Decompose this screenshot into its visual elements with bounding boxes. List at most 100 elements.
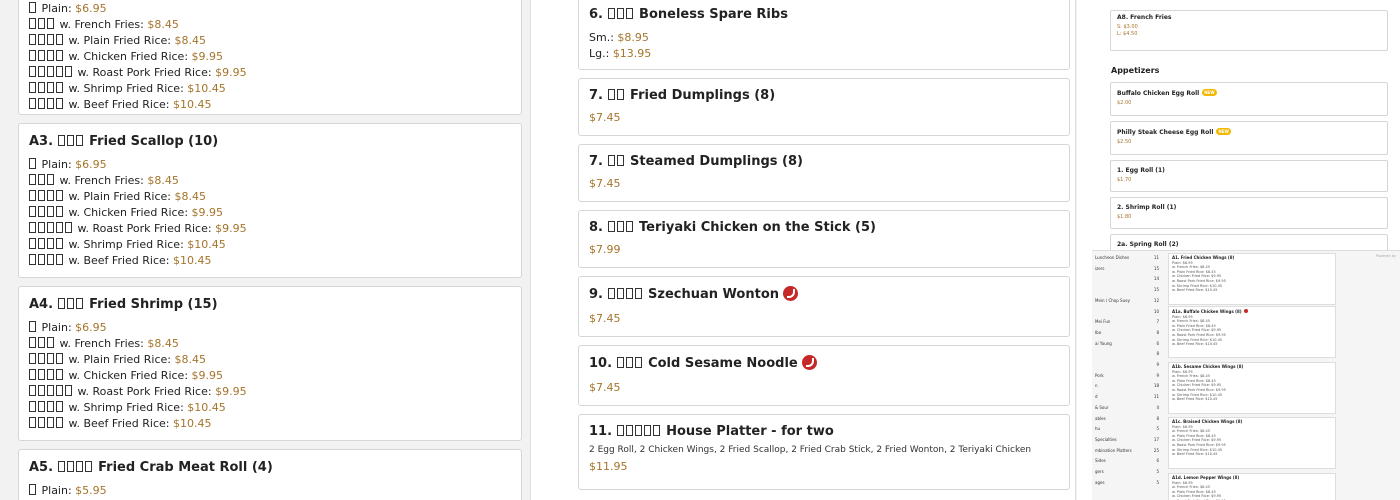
- price-value: $10.45: [187, 238, 226, 251]
- menu-item-card[interactable]: 7. Fried Dumplings (8) $7.45: [578, 78, 1070, 136]
- price-label: Plain:: [41, 484, 76, 497]
- category-row[interactable]: Sides 6: [1092, 458, 1162, 463]
- preview-item-card[interactable]: Philly Steak Cheese Egg Roll NEW $2.50: [1110, 121, 1388, 155]
- category-count: 4: [1156, 404, 1159, 410]
- preview-item-card[interactable]: 1. Egg Roll (1) $1.70: [1110, 160, 1388, 192]
- missing-glyph-box: [607, 288, 615, 299]
- category-name: & Sour: [1095, 404, 1109, 410]
- menu-item-card[interactable]: 7. Steamed Dumplings (8) $7.45: [578, 144, 1070, 202]
- category-row[interactable]: & Sour 4: [1092, 405, 1162, 410]
- category-count: 14: [1153, 276, 1159, 282]
- preview-card-a8[interactable]: A8. French Fries S: $3.00 L: $4.50: [1110, 10, 1388, 51]
- item-number: A3.: [29, 134, 58, 149]
- menu-item-card[interactable]: 9. Szechuan Wonton $7.45: [578, 276, 1070, 337]
- missing-glyph-box: [29, 50, 36, 61]
- category-name: mbination Platters: [1095, 447, 1132, 453]
- missing-glyph-box: [75, 461, 83, 472]
- category-row[interactable]: ages 5: [1092, 480, 1162, 485]
- category-row[interactable]: izers 15: [1092, 266, 1162, 271]
- category-count: 10: [1153, 308, 1159, 314]
- category-row[interactable]: 15: [1092, 287, 1162, 292]
- missing-glyph-box: [56, 206, 63, 217]
- category-row[interactable]: 9: [1092, 362, 1162, 367]
- missing-glyph-box: [625, 221, 633, 232]
- category-count: 15: [1153, 287, 1159, 293]
- category-row[interactable]: gers 5: [1092, 469, 1162, 474]
- item-number: 7.: [589, 154, 608, 169]
- category-row[interactable]: 14: [1092, 276, 1162, 281]
- price-line: w. Roast Pork Fried Rice: $9.95: [29, 65, 511, 81]
- spicy-icon: [801, 355, 817, 370]
- category-row[interactable]: Specialties 17: [1092, 437, 1162, 442]
- category-row[interactable]: Mein / Chop Suey 12: [1092, 298, 1162, 303]
- category-row[interactable]: d 11: [1092, 394, 1162, 399]
- menu-item-card-a4[interactable]: A4. Fried Shrimp (15) Plain: $6.95 w. Fr…: [18, 286, 522, 441]
- missing-glyph-box: [57, 461, 65, 472]
- category-row[interactable]: 8: [1092, 351, 1162, 356]
- missing-glyph-box: [56, 98, 63, 109]
- missing-glyph-box: [38, 34, 45, 45]
- price-line: w. Chicken Fried Rice: $9.95: [29, 205, 511, 221]
- menu-item-card[interactable]: 11. House Platter - for two 2 Egg Roll, 2…: [578, 414, 1070, 490]
- missing-glyph-box: [47, 385, 54, 396]
- missing-glyph-box: [38, 369, 45, 380]
- preview-card-title: A8. French Fries: [1117, 14, 1172, 21]
- preview-item-card[interactable]: 2. Shrimp Roll (1) $1.80: [1110, 197, 1388, 229]
- menu-item-card[interactable]: 8. Teriyaki Chicken on the Stick (5) $7.9…: [578, 210, 1070, 268]
- price-line: $7.45: [589, 380, 1059, 396]
- item-number: 6.: [589, 7, 608, 22]
- mini-menu-card[interactable]: A1b. Sesame Chicken Wings (8) Plain: $6.9…: [1168, 362, 1336, 414]
- mini-menu-card[interactable]: A1c. Braised Chicken Wings (8) Plain: $6.…: [1168, 417, 1336, 469]
- menu-item-card-a5[interactable]: A5. Fried Crab Meat Roll (4) Plain: $5.9…: [18, 449, 522, 500]
- category-row[interactable]: Pork 9: [1092, 373, 1162, 378]
- category-count: 7: [1156, 319, 1159, 325]
- menu-item-card[interactable]: 6. Boneless Spare Ribs Sm.: $8.95 Lg.: $13…: [578, 0, 1070, 70]
- category-row[interactable]: 10: [1092, 309, 1162, 314]
- price-label: w. Shrimp Fried Rice:: [68, 401, 188, 414]
- price-label: w. Beef Fried Rice:: [68, 98, 173, 111]
- missing-glyph-box: [29, 369, 36, 380]
- preview-item-card[interactable]: Buffalo Chicken Egg Roll NEW $2.00: [1110, 82, 1388, 116]
- price-label: Lg.:: [589, 47, 613, 60]
- menu-item-card[interactable]: 10. Cold Sesame Noodle $7.45: [578, 345, 1070, 406]
- price-label: w. Chicken Fried Rice:: [68, 369, 192, 382]
- mini-card-title: A1a. Buffalo Chicken Wings (8): [1172, 309, 1248, 314]
- missing-glyph-box: [57, 135, 65, 146]
- missing-glyph-box: [47, 337, 54, 348]
- menu-item-card-partial[interactable]: Plain: $6.95 w. French Fries: $8.45 w. P…: [18, 0, 522, 115]
- category-row[interactable]: ai Young 6: [1092, 341, 1162, 346]
- category-row[interactable]: Ibo 8: [1092, 330, 1162, 335]
- missing-glyph-box: [634, 288, 642, 299]
- price-value: $10.45: [173, 254, 212, 267]
- missing-glyph-box: [84, 461, 92, 472]
- missing-glyph-box: [29, 2, 36, 13]
- middle-menu-column: 6. Boneless Spare Ribs Sm.: $8.95 Lg.: $13…: [530, 0, 1076, 500]
- price-line: w. Beef Fried Rice: $10.45: [29, 97, 511, 113]
- price-label: w. French Fries:: [59, 174, 148, 187]
- category-count: 6: [1156, 340, 1159, 346]
- category-row[interactable]: ables 8: [1092, 416, 1162, 421]
- category-row[interactable]: hu 5: [1092, 426, 1162, 431]
- menu-item-card-a3[interactable]: A3. Fried Scallop (10) Plain: $6.95 w. F…: [18, 123, 522, 278]
- price-line: Sm.: $8.95: [589, 30, 1059, 46]
- price-value: $7.45: [589, 177, 621, 190]
- missing-glyph-box: [29, 484, 36, 495]
- category-row[interactable]: Mei Fun 7: [1092, 319, 1162, 324]
- category-row[interactable]: n 18: [1092, 383, 1162, 388]
- category-row[interactable]: Luncheon Dishes 11: [1092, 255, 1162, 260]
- price-line: $7.99: [589, 242, 1059, 258]
- price-label: w. Plain Fried Rice:: [68, 190, 175, 203]
- mini-menu-card[interactable]: A1a. Buffalo Chicken Wings (8) Plain: $6.…: [1168, 306, 1336, 358]
- missing-glyph-box: [47, 206, 54, 217]
- missing-glyph-box: [56, 238, 63, 249]
- missing-glyph-box: [47, 190, 54, 201]
- mini-menu-card[interactable]: A1. Fried Chicken Wings (8) Plain: $6.95 w…: [1168, 253, 1336, 305]
- price-line: $7.45: [589, 176, 1059, 192]
- category-name: Mein / Chop Suey: [1095, 297, 1130, 303]
- item-description: 2 Egg Roll, 2 Chicken Wings, 2 Fried Sca…: [589, 445, 1032, 455]
- mini-menu-card[interactable]: A1d. Lemon Pepper Wings (8) Plain: $6.95 w…: [1168, 473, 1336, 500]
- category-row[interactable]: mbination Platters 25: [1092, 448, 1162, 453]
- price-line: w. Plain Fried Rice: $8.45: [29, 33, 511, 49]
- item-name: Boneless Spare Ribs: [634, 7, 788, 22]
- category-count: 9: [1156, 372, 1159, 378]
